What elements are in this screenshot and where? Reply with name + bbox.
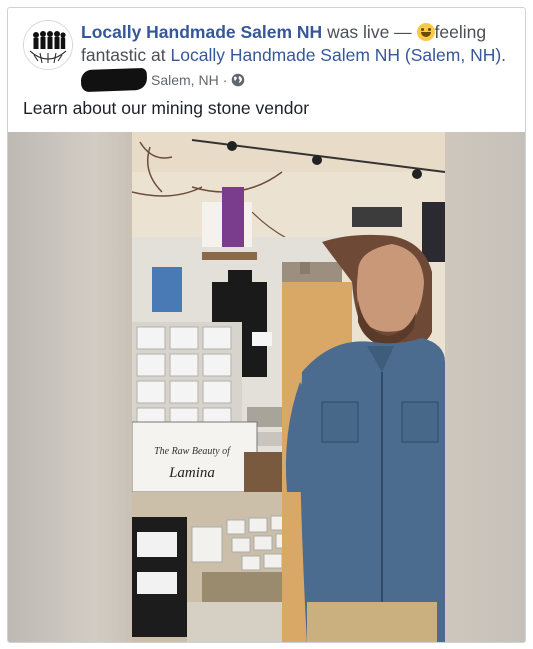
post-meta: Salem, NH · — [80, 67, 245, 93]
video-blur-left — [8, 132, 132, 642]
feeling-emoji-icon — [416, 23, 435, 41]
redacted-timestamp — [80, 67, 148, 93]
post-title-line: Locally Handmade Salem NH was live — fee… — [81, 21, 516, 67]
meta-separator: · — [222, 72, 228, 88]
live-video-player[interactable]: The Raw Beauty of Lamina — [8, 132, 525, 642]
live-status-text: was live — — [322, 22, 417, 42]
page-avatar[interactable] — [23, 20, 73, 70]
title-period: . — [501, 45, 507, 65]
video-frame: The Raw Beauty of Lamina — [132, 132, 445, 642]
facebook-post-card: Locally Handmade Salem NH was live — fee… — [7, 7, 526, 643]
post-message: Learn about our mining stone vendor — [23, 98, 310, 118]
sign-line-1: The Raw Beauty of — [154, 446, 231, 457]
globe-icon[interactable] — [231, 73, 245, 87]
location-link[interactable]: Locally Handmade Salem NH (Salem, NH) — [171, 45, 502, 65]
video-blur-right — [445, 132, 525, 642]
meta-location[interactable]: Salem, NH — [151, 72, 219, 88]
avatar-logo — [24, 21, 72, 69]
sign-line-2: Lamina — [168, 465, 215, 481]
video-scene: The Raw Beauty of Lamina — [132, 132, 445, 642]
page-name-link[interactable]: Locally Handmade Salem NH — [81, 22, 322, 42]
post-header: Locally Handmade Salem NH was live — fee… — [8, 8, 525, 138]
